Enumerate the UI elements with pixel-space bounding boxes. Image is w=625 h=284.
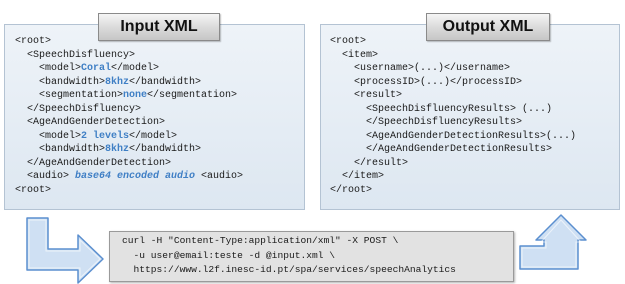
input-xml-line: </SpeechDisfluency> — [15, 103, 243, 117]
input-xml-line: <bandwidth>8khz</bandwidth> — [15, 143, 243, 157]
output-xml-line: <SpeechDisfluencyResults> (...) — [330, 103, 553, 115]
xml-tag-text: </model> — [129, 130, 178, 142]
xml-tag-text: </bandwidth> — [129, 144, 202, 155]
output-xml-line: </result> — [330, 157, 409, 169]
input-xml-title: Input XML — [98, 13, 220, 41]
curl-command-code: curl -H "Content-Type:application/xml" -… — [122, 234, 456, 278]
xml-tag-text: <model> — [15, 130, 82, 142]
xml-tag-text: <root> — [15, 184, 52, 196]
output-xml-line: <result> — [330, 90, 403, 101]
curl-command-line: https://www.l2f.inesc-id.pt/spa/services… — [122, 264, 456, 275]
xml-tag-text: <model> — [15, 63, 82, 74]
output-xml-line: <username>(...)</username> — [330, 63, 511, 74]
xml-tag-text: </bandwidth> — [129, 76, 202, 88]
input-xml-code: <root> <SpeechDisfluency> <model>Coral</… — [15, 35, 243, 197]
xml-tag-text: </model> — [111, 63, 160, 74]
xml-tag-text: <audio> — [195, 171, 244, 182]
output-xml-code: <root> <item> <username>(...)</username>… — [330, 35, 576, 197]
output-xml-title: Output XML — [426, 13, 550, 41]
output-xml-line: <item> — [330, 49, 379, 61]
xml-tag-text: </segmentation> — [147, 90, 238, 101]
input-xml-line: </AgeAndGenderDetection> — [15, 157, 243, 171]
output-xml-line: <AgeAndGenderDetectionResults>(...) — [330, 130, 577, 142]
xml-tag-text: </AgeAndGenderDetection> — [15, 157, 172, 169]
curl-command-line: -u user@email:teste -d @input.xml \ — [122, 249, 336, 261]
xml-tag-text: <root> — [15, 36, 52, 47]
output-xml-line: <processID>(...)</processID> — [330, 76, 523, 88]
input-xml-line: <model>Coral</model> — [15, 62, 243, 76]
xml-value-text: Coral — [81, 63, 112, 74]
input-xml-line: <AgeAndGenderDetection> — [15, 116, 243, 130]
input-xml-line: <SpeechDisfluency> — [15, 49, 243, 63]
xml-tag-text: <segmentation> — [15, 90, 124, 101]
output-xml-line: </SpeechDisfluencyResults> — [330, 117, 523, 128]
output-xml-line: </root> — [330, 184, 373, 196]
input-xml-line: <model>2 levels</model> — [15, 130, 243, 144]
output-xml-line: </item> — [330, 171, 385, 182]
xml-tag-text: </SpeechDisfluency> — [15, 103, 142, 115]
curl-command-line: curl -H "Content-Type:application/xml" -… — [122, 235, 399, 246]
input-xml-line: <root> — [15, 184, 243, 198]
xml-value-text: 2 levels — [81, 130, 130, 142]
xml-value-text: 8khz — [105, 144, 130, 155]
xml-tag-text: <audio> — [15, 171, 76, 182]
xml-tag-text: <bandwidth> — [15, 76, 106, 88]
output-xml-line: </AgeAndGenderDetectionResults> — [330, 144, 553, 155]
xml-value-text: base64 encoded audio — [75, 171, 196, 182]
xml-tag-text: <AgeAndGenderDetection> — [15, 117, 166, 128]
input-xml-line: <bandwidth>8khz</bandwidth> — [15, 76, 243, 90]
input-xml-line: <segmentation>none</segmentation> — [15, 89, 243, 103]
xml-tag-text: <bandwidth> — [15, 144, 106, 155]
xml-value-text: 8khz — [105, 76, 130, 88]
xml-value-text: none — [123, 90, 148, 101]
xml-tag-text: <SpeechDisfluency> — [15, 49, 136, 61]
input-xml-line: <audio> base64 encoded audio <audio> — [15, 170, 243, 184]
